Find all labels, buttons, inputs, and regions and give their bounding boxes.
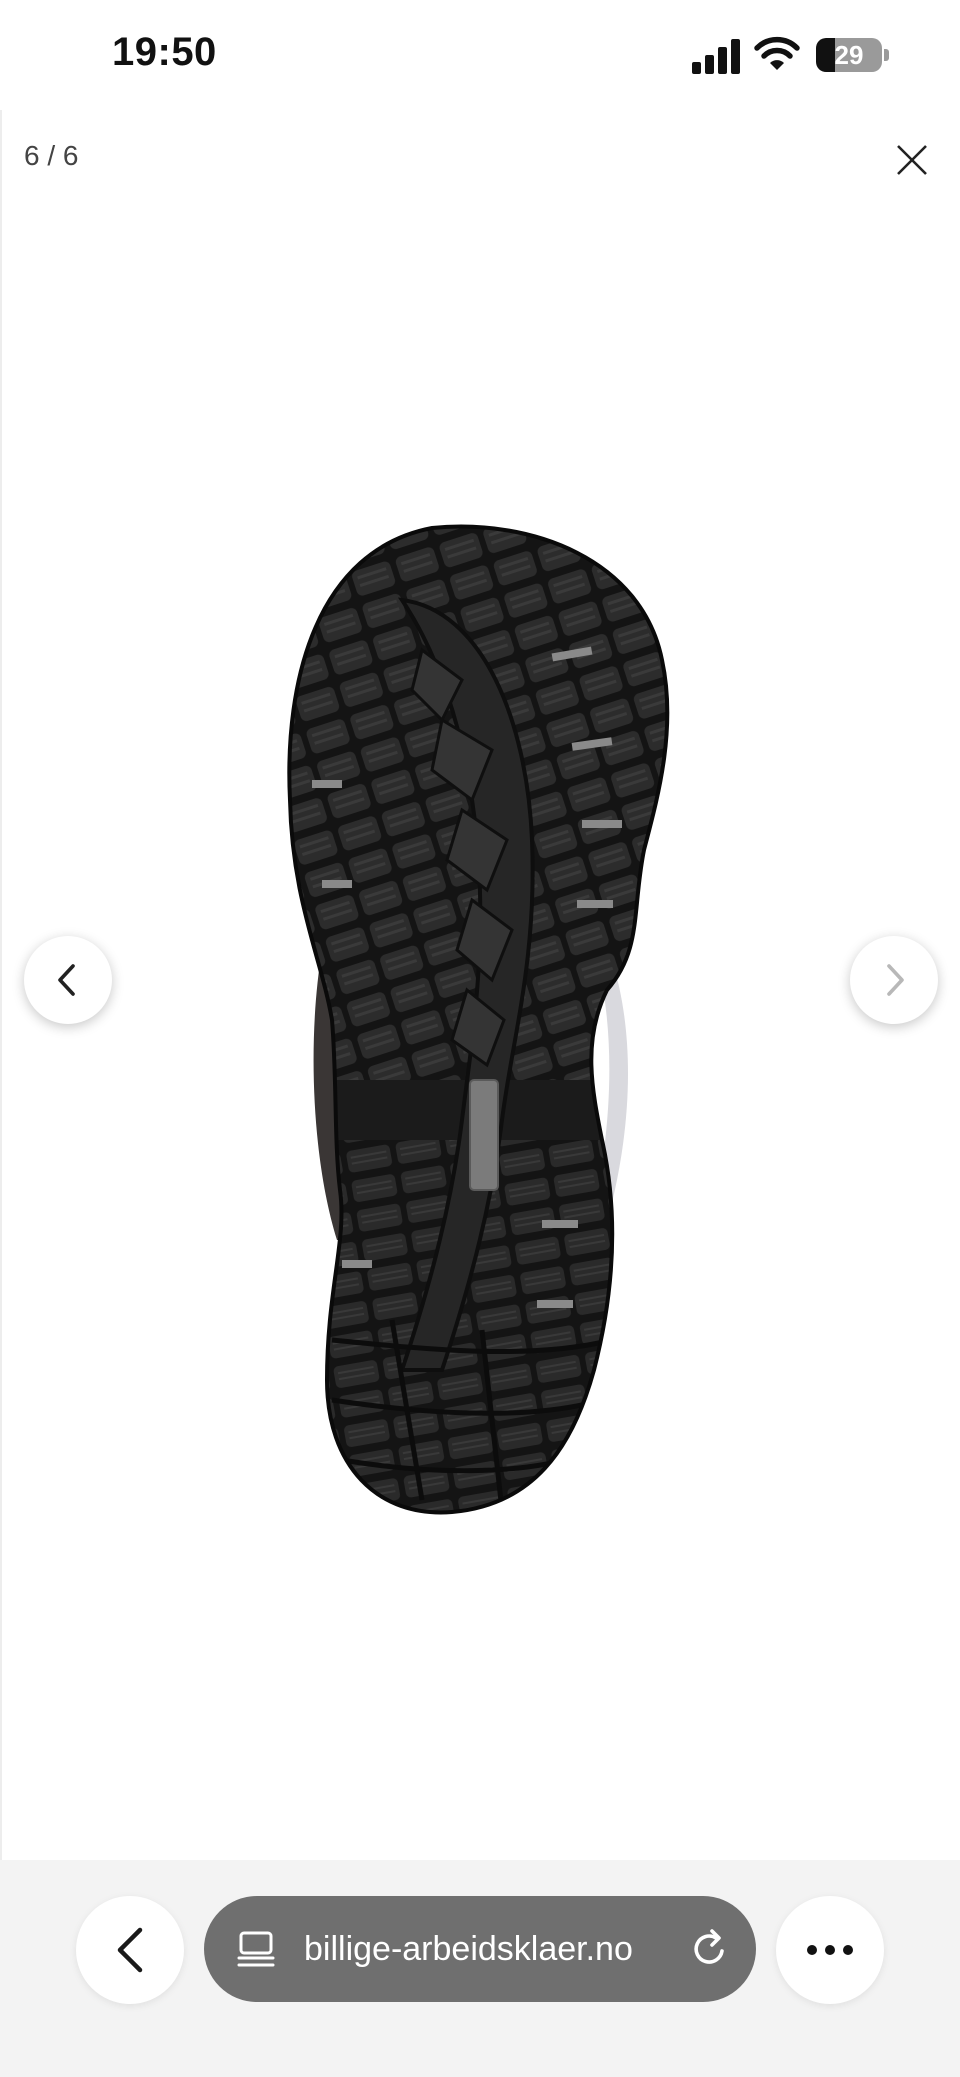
status-time: 19:50 bbox=[112, 30, 217, 74]
tab-icon bbox=[237, 1931, 275, 1967]
more-options-button[interactable] bbox=[776, 1896, 884, 2004]
previous-image-button[interactable] bbox=[24, 936, 112, 1024]
signal-icon bbox=[692, 39, 740, 74]
more-icon bbox=[807, 1945, 853, 1955]
reload-icon[interactable] bbox=[688, 1927, 732, 1971]
image-gallery: 6 / 6 bbox=[0, 110, 960, 1860]
battery-cap bbox=[884, 49, 889, 61]
browser-back-button[interactable] bbox=[76, 1896, 184, 2004]
address-url: billige-arbeidsklaer.no bbox=[304, 1930, 633, 1968]
battery-icon: 29 bbox=[816, 38, 890, 72]
battery-body: 29 bbox=[816, 38, 882, 72]
product-image-shoe-sole bbox=[287, 524, 670, 1515]
close-icon[interactable] bbox=[888, 136, 936, 184]
screen: 19:50 29 6 / 6 billige-arbeidsklaer.no bbox=[0, 0, 960, 2077]
browser-toolbar: billige-arbeidsklaer.no bbox=[0, 1860, 960, 2077]
status-bar: 19:50 29 bbox=[0, 0, 960, 110]
chevron-left-icon bbox=[58, 964, 75, 996]
image-counter: 6 / 6 bbox=[24, 140, 79, 171]
back-icon bbox=[117, 1927, 143, 1973]
next-image-button[interactable] bbox=[850, 936, 938, 1024]
chevron-right-icon bbox=[887, 964, 904, 996]
wifi-icon bbox=[754, 36, 800, 70]
battery-level: 29 bbox=[834, 40, 864, 70]
address-bar[interactable]: billige-arbeidsklaer.no bbox=[204, 1896, 756, 2002]
